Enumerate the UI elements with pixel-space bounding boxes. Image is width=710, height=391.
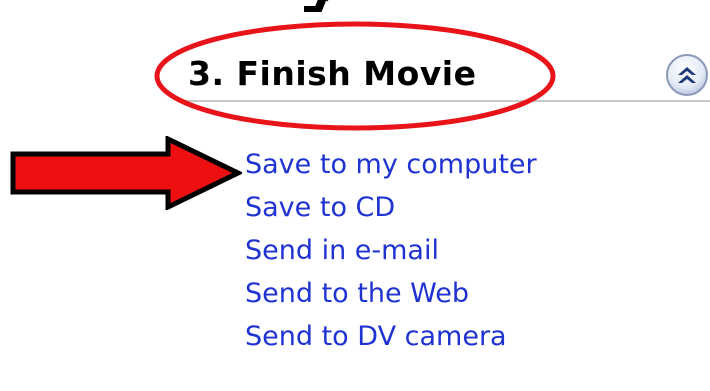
collapse-section-button[interactable]	[664, 52, 710, 98]
save-to-cd-link[interactable]: Save to CD	[245, 186, 537, 229]
chevron-up-circle-icon	[666, 54, 708, 96]
send-to-dv-camera-link[interactable]: Send to DV camera	[245, 315, 537, 358]
list-item: Send to the Web	[245, 272, 537, 315]
red-arrow-icon	[10, 136, 242, 210]
save-to-my-computer-link[interactable]: Save to my computer	[245, 143, 537, 186]
section-title: 3. Finish Movie	[188, 54, 477, 93]
send-to-web-link[interactable]: Send to the Web	[245, 272, 537, 315]
header-divider	[185, 100, 710, 102]
list-item: Send in e-mail	[245, 229, 537, 272]
list-item: Send to DV camera	[245, 315, 537, 358]
list-item: Save to my computer	[245, 143, 537, 186]
list-item: Save to CD	[245, 186, 537, 229]
finish-movie-section-header[interactable]: 3. Finish Movie	[0, 0, 710, 110]
send-in-email-link[interactable]: Send in e-mail	[245, 229, 537, 272]
finish-movie-task-list: Save to my computer Save to CD Send in e…	[245, 143, 537, 358]
movie-maker-task-pane: 3. Finish Movie Save to my computer Save…	[0, 0, 710, 391]
